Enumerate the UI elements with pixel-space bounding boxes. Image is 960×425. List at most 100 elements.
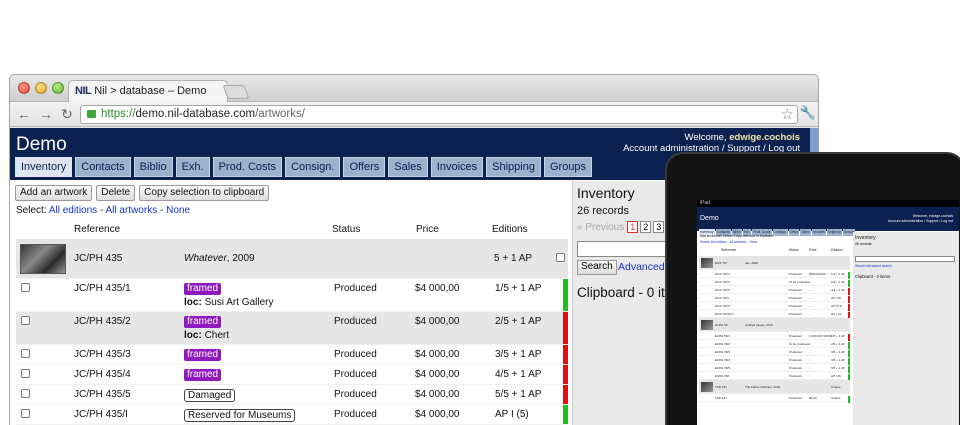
search-button[interactable]: Search — [577, 260, 617, 275]
wrench-icon[interactable]: 🔧 — [800, 105, 816, 121]
status-tag[interactable]: framed — [184, 316, 222, 328]
col-status[interactable]: Status — [332, 224, 360, 235]
ipad-cell-ed: 2/3 + 1 AP — [831, 280, 845, 284]
status-tag[interactable]: Reserved for Museums — [184, 409, 296, 422]
tab-consign[interactable]: Consign. — [285, 157, 341, 177]
row-checkbox[interactable] — [21, 283, 30, 292]
tab-invoices[interactable]: Invoices — [430, 157, 484, 177]
table-row[interactable]: JC/PH 435/4 framed Produced $4 000,00 4/5 + … — [16, 365, 568, 385]
ipad-row[interactable]: ECPH 55/4 Produced - 4/5 + 1 AP — [699, 356, 850, 365]
col-reference[interactable]: Reference — [74, 224, 120, 235]
row-checkbox[interactable] — [21, 369, 30, 378]
table-group-row[interactable]: JC/PH 435 Whatever, 2009 5 + 1 AP — [16, 239, 568, 279]
delete-button[interactable]: Delete — [96, 185, 136, 201]
status-tag[interactable]: framed — [184, 283, 222, 295]
page-number-3[interactable]: 3 — [653, 221, 665, 233]
clipboard-title: Clipboard - 0 it — [577, 285, 665, 300]
ipad-account-links[interactable]: Account administration / Support / Log o… — [888, 219, 953, 224]
copy-to-clipboard-button[interactable]: Copy selection to clipboard — [139, 185, 270, 201]
ipad-row[interactable]: RGS 767/I Produced - AP I (3) — [699, 294, 850, 303]
ipad-row[interactable]: ECPH 55/3 Produced - 3/5 + 1 AP — [699, 348, 850, 357]
new-tab-button[interactable] — [222, 85, 250, 99]
table-row[interactable]: JC/PH 435/I Reserved for Museums Produced $… — [16, 405, 568, 425]
ipad-search-links[interactable]: Search Advanced search — [855, 264, 892, 268]
row-checkbox[interactable] — [21, 316, 30, 325]
ipad-thumbnail[interactable] — [701, 320, 713, 330]
bookmark-star-icon[interactable]: ☆ — [781, 105, 794, 123]
previous-page-link[interactable]: « Previous — [577, 222, 624, 233]
ipad-cell-price: - — [809, 280, 810, 284]
pagination: « Previous 123 — [577, 221, 666, 233]
tab-prod-costs[interactable]: Prod. Costs — [212, 157, 283, 177]
table-row[interactable]: JC/PH 435/5 Damaged Produced $4 000,00 5/5 +… — [16, 385, 568, 405]
ipad-row[interactable]: RGS 767/2 To be produced - 2/3 + 1 AP — [699, 278, 850, 287]
ipad-select-links[interactable]: Select: All editions - All artworks - No… — [700, 240, 757, 244]
maximize-window-button[interactable] — [52, 82, 64, 94]
ipad-buttons[interactable]: Add an artwork Delete Copy selection to … — [700, 234, 773, 238]
table-row[interactable]: JC/PH 435/1 framed loc: Susi Art Gallery Pr… — [16, 279, 568, 312]
ipad-group-row[interactable]: TSD 161 The Father Machine, 2004 Unique — [699, 380, 850, 394]
status-tag[interactable]: framed — [184, 349, 222, 361]
ipad-row[interactable]: ECPH 55/2 To be produced - 2/5 + 1 AP — [699, 340, 850, 349]
tab-biblio[interactable]: Biblio — [133, 157, 173, 177]
ipad-col-editions[interactable]: Editions — [831, 248, 843, 252]
ipad-row[interactable]: RGS 767/3 Produced - 3/3 + 1 AP — [699, 286, 850, 295]
table-row[interactable]: JC/PH 435/2 framed loc: Chert Produced $4 00… — [16, 312, 568, 345]
tab-exh[interactable]: Exh. — [175, 157, 210, 177]
ipad-row[interactable]: RGS 767/1 Produced $150 000,00 1/3 + 1 AP — [699, 270, 850, 279]
ipad-row[interactable]: ECPH 55/I Produced - AP I (5) — [699, 372, 850, 381]
row-checkbox[interactable] — [21, 389, 30, 398]
row-editions: 3/5 + 1 AP — [495, 349, 542, 360]
ipad-search-input[interactable] — [855, 256, 955, 262]
row-status: Produced — [334, 409, 377, 420]
select-none-link[interactable]: None — [166, 205, 190, 216]
status-tag[interactable]: Damaged — [184, 389, 236, 402]
ipad-cell-ref: ECPH 55/5 — [715, 366, 731, 370]
browser-tab[interactable]: NIL Nil > database – Demo — [68, 80, 228, 102]
minimize-window-button[interactable] — [35, 82, 47, 94]
ipad-row[interactable]: TSD 161 Produced $0,00 Unique — [699, 394, 850, 403]
ipad-group-row[interactable]: ECPH 55 Untitled (steel), 2010 — [699, 318, 850, 332]
select-all-editions-link[interactable]: All editions — [49, 205, 97, 216]
col-editions[interactable]: Editions — [492, 224, 528, 235]
ipad-group-row[interactable]: RGS 767 Jas, 2000 — [699, 256, 850, 270]
page-number-1[interactable]: 1 — [627, 221, 639, 233]
page-number-2[interactable]: 2 — [640, 221, 652, 233]
tab-contacts[interactable]: Contacts — [75, 157, 131, 177]
ipad-row[interactable]: ECPH 55/5 Produced - 5/5 + 1 AP — [699, 364, 850, 373]
tab-inventory[interactable]: Inventory — [15, 157, 73, 177]
tab-sales[interactable]: Sales — [388, 157, 428, 177]
ipad-row[interactable]: RGS 767/HC I Produced - HC I (3) — [699, 310, 850, 319]
table-row[interactable]: JC/PH 435/3 framed Produced $4 000,00 3/5 + … — [16, 345, 568, 365]
col-price[interactable]: Price — [416, 224, 439, 235]
ipad-thumbnail[interactable] — [701, 382, 713, 392]
back-arrow-icon[interactable]: ← — [16, 106, 32, 122]
artwork-thumbnail[interactable] — [20, 244, 66, 274]
group-editions: 5 + 1 AP — [494, 253, 533, 264]
status-tag[interactable]: framed — [184, 369, 222, 381]
ipad-row[interactable]: ECPH 55/1 Produced 1 000,00 € (DKK) 1/5 + 1… — [699, 332, 850, 341]
ipad-cell-price: $0,00 — [809, 396, 817, 400]
add-artwork-button[interactable]: Add an artwork — [15, 185, 93, 201]
browser-toolbar: ← → ↻ https://demo.nil-database.com/artw… — [10, 102, 818, 127]
address-bar[interactable]: https://demo.nil-database.com/artworks/ — [80, 105, 798, 124]
ipad-main-list: Add an artwork Delete Copy selection to … — [697, 232, 851, 425]
close-window-button[interactable] — [18, 82, 30, 94]
tab-groups[interactable]: Groups — [543, 157, 593, 177]
row-checkbox[interactable] — [21, 409, 30, 418]
ipad-cell-status: To be produced — [789, 342, 810, 346]
ipad-thumbnail[interactable] — [701, 258, 713, 268]
ipad-col-reference[interactable]: Reference — [721, 248, 736, 252]
row-checkbox[interactable] — [21, 349, 30, 358]
ipad-cell-status: Produced — [789, 358, 802, 362]
reload-icon[interactable]: ↻ — [59, 106, 75, 123]
tab-offers[interactable]: Offers — [343, 157, 386, 177]
ipad-row[interactable]: RGS 767/II Produced - AP II (3) — [699, 302, 850, 311]
tab-shipping[interactable]: Shipping — [486, 157, 541, 177]
group-checkbox[interactable] — [556, 253, 565, 262]
select-all-artworks-link[interactable]: All artworks — [106, 205, 158, 216]
ipad-col-status[interactable]: Status — [789, 248, 798, 252]
ipad-col-price[interactable]: Price — [809, 248, 817, 252]
forward-arrow-icon[interactable]: → — [38, 106, 54, 122]
inventory-title: Inventory — [577, 185, 635, 201]
